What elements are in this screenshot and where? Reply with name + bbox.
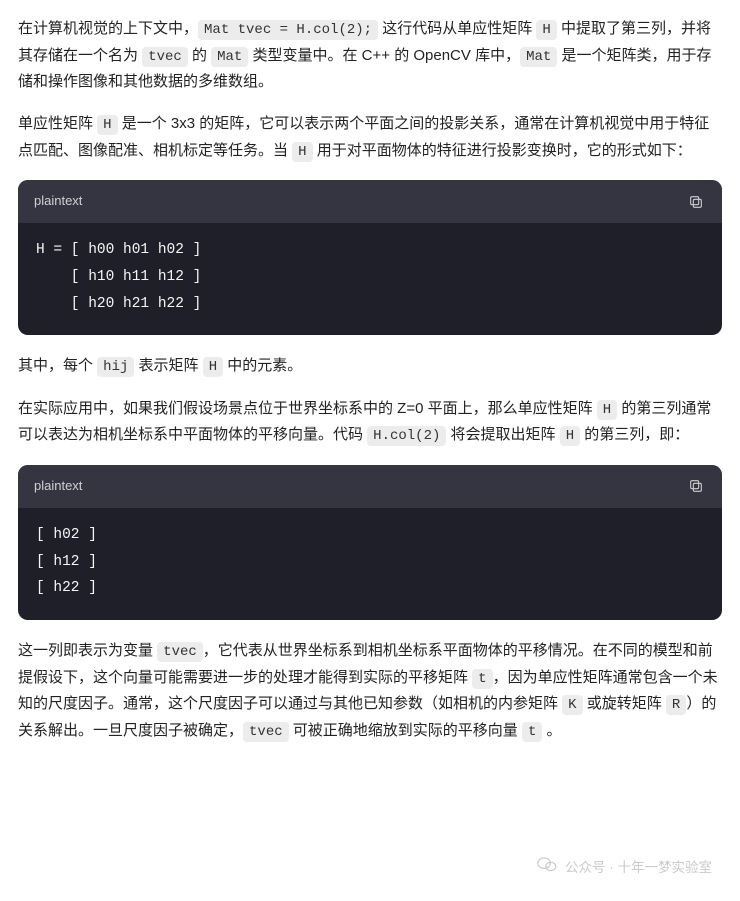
code-inline: H <box>560 426 580 446</box>
text: 或旋转矩阵 <box>583 695 666 712</box>
code-inline: H <box>536 20 556 40</box>
watermark: 公众号 · 十年一梦实验室 <box>537 855 712 881</box>
code-language-label: plaintext <box>34 475 82 498</box>
watermark-text: 公众号 · 十年一梦实验室 <box>565 856 712 880</box>
text: 单应性矩阵 <box>18 115 97 132</box>
code-inline: Mat <box>211 47 248 67</box>
code-header: plaintext <box>18 465 722 508</box>
code-block-2: plaintext [ h02 ] [ h12 ] [ h22 ] <box>18 465 722 620</box>
text: 用于对平面物体的特征进行投影变换时，它的形式如下： <box>313 142 692 159</box>
paragraph-4: 在实际应用中，如果我们假设场景点位于世界坐标系中的 Z=0 平面上，那么单应性矩… <box>18 396 722 449</box>
code-inline: H <box>292 142 312 162</box>
code-inline: tvec <box>157 642 203 662</box>
text: 的 <box>188 47 211 64</box>
wechat-icon <box>537 855 557 881</box>
paragraph-2: 单应性矩阵 H 是一个 3x3 的矩阵，它可以表示两个平面之间的投影关系，通常在… <box>18 111 722 164</box>
code-inline: Mat tvec = H.col(2); <box>198 20 378 40</box>
text: 。 <box>542 722 561 739</box>
text: 中的元素。 <box>223 357 302 374</box>
code-inline: hij <box>97 357 134 377</box>
copy-button[interactable] <box>686 192 706 212</box>
text: 这行代码从单应性矩阵 <box>378 20 536 37</box>
code-language-label: plaintext <box>34 190 82 213</box>
text: 这一列即表示为变量 <box>18 642 157 659</box>
text: 在实际应用中，如果我们假设场景点位于世界坐标系中的 Z=0 平面上，那么单应性矩… <box>18 400 597 417</box>
text: 表示矩阵 <box>134 357 202 374</box>
code-inline: Mat <box>520 47 557 67</box>
code-block-1: plaintext H = [ h00 h01 h02 ] [ h10 h11 … <box>18 180 722 335</box>
code-inline: H <box>597 400 617 420</box>
code-header: plaintext <box>18 180 722 223</box>
text: 的第三列，即： <box>580 426 689 443</box>
paragraph-1: 在计算机视觉的上下文中，Mat tvec = H.col(2); 这行代码从单应… <box>18 16 722 95</box>
code-content: [ h02 ] [ h12 ] [ h22 ] <box>18 508 722 620</box>
code-inline: H.col(2) <box>367 426 446 446</box>
text: 在计算机视觉的上下文中， <box>18 20 198 37</box>
code-content: H = [ h00 h01 h02 ] [ h10 h11 h12 ] [ h2… <box>18 223 722 335</box>
code-inline: R <box>666 695 686 715</box>
paragraph-5: 这一列即表示为变量 tvec，它代表从世界坐标系到相机坐标系平面物体的平移情况。… <box>18 638 722 744</box>
text: 可被正确地缩放到实际的平移向量 <box>289 722 522 739</box>
copy-icon <box>688 194 704 210</box>
copy-icon <box>688 478 704 494</box>
code-inline: H <box>203 357 223 377</box>
code-inline: t <box>472 669 492 689</box>
code-inline: H <box>97 115 117 135</box>
paragraph-3: 其中，每个 hij 表示矩阵 H 中的元素。 <box>18 353 722 380</box>
text: 将会提取出矩阵 <box>446 426 559 443</box>
code-inline: t <box>522 722 542 742</box>
copy-button[interactable] <box>686 476 706 496</box>
text: 其中，每个 <box>18 357 97 374</box>
text: 类型变量中。在 C++ 的 OpenCV 库中， <box>248 47 520 64</box>
code-inline: tvec <box>243 722 289 742</box>
code-inline: K <box>562 695 582 715</box>
code-inline: tvec <box>142 47 188 67</box>
